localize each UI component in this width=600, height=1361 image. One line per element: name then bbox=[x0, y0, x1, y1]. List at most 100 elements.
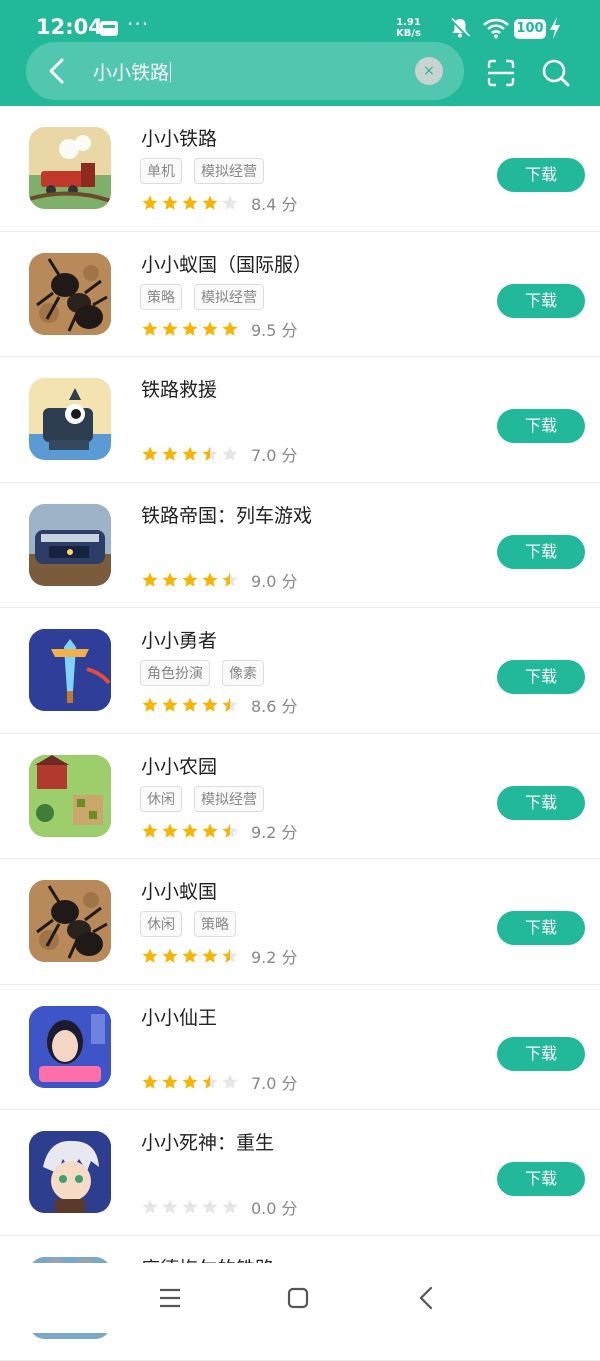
app-name[interactable]: 小小仙王 bbox=[141, 1003, 217, 1030]
download-button[interactable]: 下载 bbox=[497, 284, 585, 318]
search-bar[interactable] bbox=[26, 42, 464, 100]
app-name[interactable]: 小小勇者 bbox=[141, 626, 217, 653]
star-full-icon bbox=[221, 320, 239, 338]
sword-icon[interactable] bbox=[29, 629, 111, 711]
star-full-icon bbox=[141, 320, 159, 338]
locomotive-icon[interactable] bbox=[29, 504, 111, 586]
app-rating: 7.0 分 bbox=[141, 442, 298, 466]
download-button[interactable]: 下载 bbox=[497, 660, 585, 694]
app-tags: 单机模拟经营 bbox=[140, 158, 264, 184]
category-tag: 模拟经营 bbox=[194, 158, 264, 184]
category-tag: 模拟经营 bbox=[194, 284, 264, 310]
download-button[interactable]: 下载 bbox=[497, 911, 585, 945]
clear-search-button[interactable]: × bbox=[415, 57, 443, 85]
rating-unit: 分 bbox=[282, 697, 298, 716]
network-speed: 1.91 KB/s bbox=[396, 17, 421, 39]
app-list-item[interactable]: 铁路救援 7.0 分 下载 bbox=[0, 357, 600, 483]
download-button[interactable]: 下载 bbox=[497, 409, 585, 443]
download-button[interactable]: 下载 bbox=[497, 158, 585, 192]
app-list-item[interactable]: 小小农园休闲模拟经营9.2 分下载 bbox=[0, 734, 600, 860]
anime-character-icon[interactable] bbox=[29, 1131, 111, 1213]
home-icon[interactable] bbox=[287, 1287, 309, 1309]
app-rating: 9.5 分 bbox=[141, 317, 298, 341]
train-icon[interactable] bbox=[29, 127, 111, 209]
rating-score: 0.0 分 bbox=[251, 1195, 298, 1219]
star-empty-icon bbox=[221, 445, 239, 463]
app-name[interactable]: 小小蚁国 bbox=[141, 877, 217, 904]
rating-unit: 分 bbox=[282, 948, 298, 967]
rating-stars bbox=[141, 696, 239, 714]
charging-icon bbox=[549, 16, 561, 40]
star-full-icon bbox=[161, 571, 179, 589]
star-full-icon bbox=[141, 696, 159, 714]
app-list-item[interactable]: 小小死神：重生 0.0 分 下载 bbox=[0, 1110, 600, 1236]
app-list-item[interactable]: 小小蚁国休闲策略9.2 分下载 bbox=[0, 859, 600, 985]
app-tags: 策略模拟经营 bbox=[140, 284, 264, 310]
app-name[interactable]: 小小死神：重生 bbox=[141, 1128, 274, 1155]
rating-score: 9.2 分 bbox=[251, 944, 298, 968]
star-full-icon bbox=[181, 822, 199, 840]
back-icon[interactable] bbox=[417, 1286, 435, 1310]
menu-icon[interactable] bbox=[159, 1287, 181, 1309]
portrait-icon[interactable] bbox=[29, 1006, 111, 1088]
rating-stars bbox=[141, 194, 239, 212]
app-list-item[interactable]: 小小勇者角色扮演像素8.6 分下载 bbox=[0, 608, 600, 734]
category-tag: 单机 bbox=[140, 158, 182, 184]
star-empty-icon bbox=[201, 1198, 219, 1216]
app-name[interactable]: 小小蚁国（国际服） bbox=[141, 250, 312, 277]
search-icon[interactable] bbox=[541, 58, 571, 88]
app-name[interactable]: 铁路救援 bbox=[141, 375, 217, 402]
ant-icon[interactable] bbox=[29, 253, 111, 335]
star-half-icon bbox=[221, 822, 239, 840]
rating-unit: 分 bbox=[282, 195, 298, 214]
app-rating: 8.6 分 bbox=[141, 693, 298, 717]
rating-unit: 分 bbox=[282, 1074, 298, 1093]
app-name[interactable]: 铁路帝国：列车游戏 bbox=[141, 501, 312, 528]
download-button[interactable]: 下载 bbox=[497, 1162, 585, 1196]
network-speed-unit: KB/s bbox=[396, 28, 421, 39]
download-button[interactable]: 下载 bbox=[497, 786, 585, 820]
category-tag: 策略 bbox=[140, 284, 182, 310]
ant-icon[interactable] bbox=[29, 880, 111, 962]
star-empty-icon bbox=[221, 194, 239, 212]
star-empty-icon bbox=[181, 1198, 199, 1216]
rating-score: 9.5 分 bbox=[251, 317, 298, 341]
app-tags: 休闲模拟经营 bbox=[140, 786, 264, 812]
category-tag: 模拟经营 bbox=[194, 786, 264, 812]
scan-icon[interactable] bbox=[487, 59, 515, 87]
download-button[interactable]: 下载 bbox=[497, 1037, 585, 1071]
rating-unit: 分 bbox=[282, 823, 298, 842]
app-list-item[interactable]: 小小铁路单机模拟经营8.4 分下载 bbox=[0, 106, 600, 232]
star-full-icon bbox=[181, 320, 199, 338]
star-full-icon bbox=[141, 947, 159, 965]
rating-value: 9.2 bbox=[251, 948, 276, 967]
search-input[interactable]: 小小铁路 bbox=[93, 58, 171, 85]
robot-train-icon[interactable] bbox=[29, 378, 111, 460]
rating-unit: 分 bbox=[282, 446, 298, 465]
rating-stars bbox=[141, 947, 239, 965]
star-full-icon bbox=[181, 445, 199, 463]
star-full-icon bbox=[141, 445, 159, 463]
category-tag: 休闲 bbox=[140, 911, 182, 937]
rating-stars bbox=[141, 445, 239, 463]
app-name[interactable]: 小小铁路 bbox=[141, 124, 217, 151]
star-half-icon bbox=[221, 571, 239, 589]
app-name[interactable]: 小小农园 bbox=[141, 752, 217, 779]
app-rating: 9.0 分 bbox=[141, 568, 298, 592]
rating-value: 9.0 bbox=[251, 572, 276, 591]
star-full-icon bbox=[141, 571, 159, 589]
star-full-icon bbox=[161, 822, 179, 840]
star-full-icon bbox=[161, 696, 179, 714]
app-rating: 9.2 分 bbox=[141, 944, 298, 968]
rating-score: 7.0 分 bbox=[251, 1070, 298, 1094]
download-button[interactable]: 下载 bbox=[497, 535, 585, 569]
app-list-item[interactable]: 小小仙王 7.0 分 下载 bbox=[0, 985, 600, 1111]
back-arrow-icon[interactable] bbox=[44, 54, 70, 88]
app-list-item[interactable]: 铁路帝国：列车游戏 9.0 分 下载 bbox=[0, 483, 600, 609]
star-full-icon bbox=[201, 320, 219, 338]
app-list-item[interactable]: 小小蚁国（国际服） 策略模拟经营 9.5 分 下载 bbox=[0, 232, 600, 358]
rating-stars bbox=[141, 822, 239, 840]
rating-score: 9.0 分 bbox=[251, 568, 298, 592]
star-full-icon bbox=[181, 571, 199, 589]
farm-icon[interactable] bbox=[29, 755, 111, 837]
